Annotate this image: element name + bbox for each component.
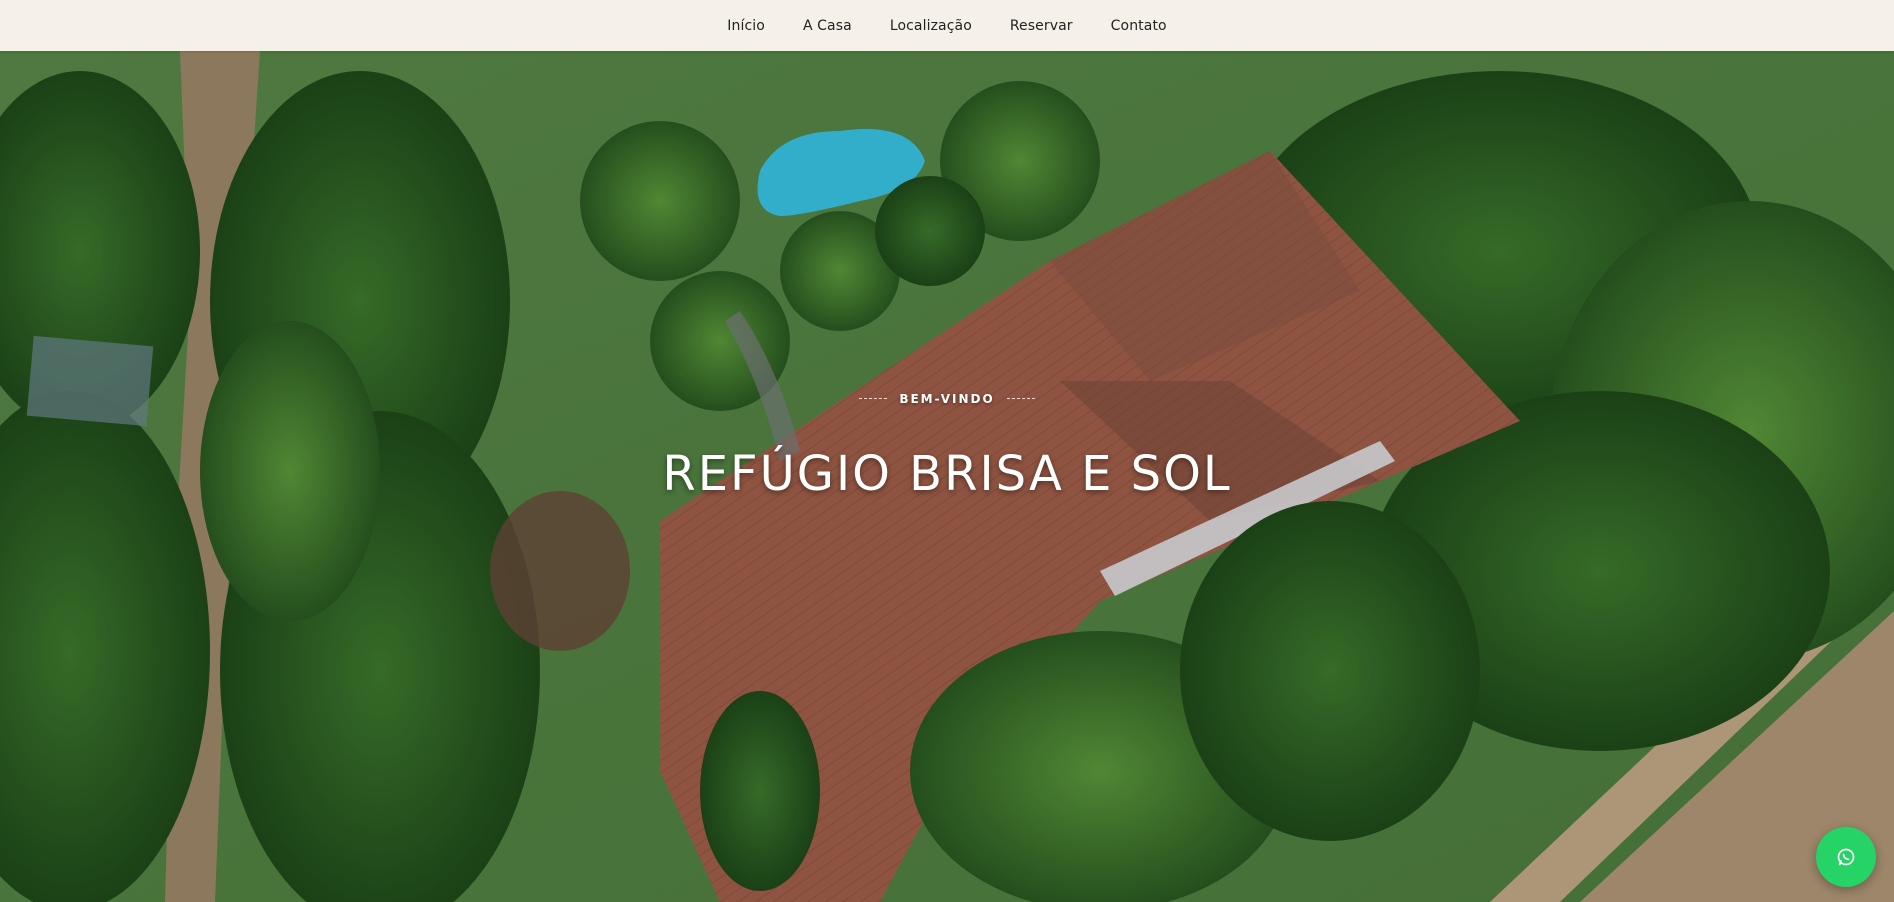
nav-menu: Início A Casa Localização Reservar Conta… (708, 18, 1185, 34)
nav-link-inicio[interactable]: Início (708, 18, 784, 34)
nav-link-localizacao[interactable]: Localização (871, 18, 991, 34)
nav-item-inicio: Início (708, 18, 784, 34)
whatsapp-button[interactable] (1816, 827, 1876, 887)
nav-link-reservar[interactable]: Reservar (991, 18, 1092, 34)
hero-section: BEM-VINDO REFÚGIO BRISA E SOL (0, 51, 1894, 902)
nav-item-a-casa: A Casa (784, 18, 871, 34)
hero-eyebrow-text: BEM-VINDO (899, 391, 995, 406)
hero-eyebrow: BEM-VINDO (859, 391, 1035, 406)
hero-content: BEM-VINDO REFÚGIO BRISA E SOL (0, 386, 1894, 502)
nav-link-contato[interactable]: Contato (1092, 18, 1186, 34)
nav-item-contato: Contato (1092, 18, 1186, 34)
nav-link-a-casa[interactable]: A Casa (784, 18, 871, 34)
nav-item-localizacao: Localização (871, 18, 991, 34)
hero-title: REFÚGIO BRISA E SOL (662, 445, 1232, 502)
eyebrow-dash-right (1006, 398, 1035, 399)
nav-item-reservar: Reservar (991, 18, 1092, 34)
eyebrow-dash-left (859, 398, 888, 399)
top-navbar: Início A Casa Localização Reservar Conta… (0, 0, 1894, 51)
whatsapp-icon (1837, 848, 1855, 866)
